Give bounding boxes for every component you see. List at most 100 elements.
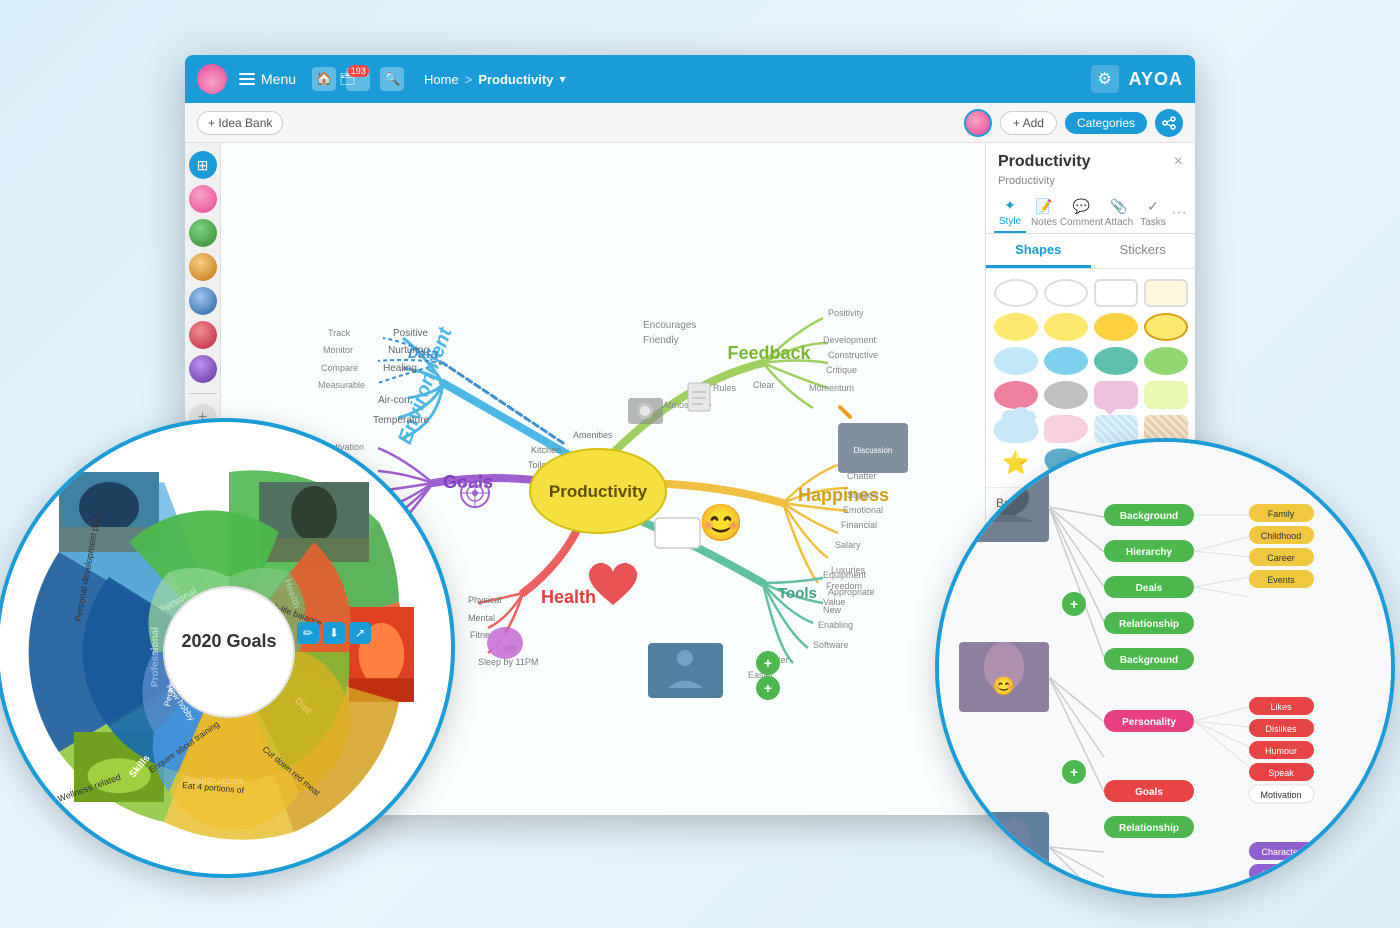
svg-text:2020 Goals: 2020 Goals [181,631,276,651]
svg-text:Friendly: Friendly [643,335,679,346]
shape-rect-1[interactable] [1094,279,1138,307]
svg-text:Momentum: Momentum [809,383,854,393]
svg-text:Software: Software [813,640,849,650]
svg-text:Data: Data [408,345,439,361]
svg-text:Family: Family [1268,509,1295,519]
wheel-chart-circle: Personal Professional Health Skills Qual… [0,418,455,878]
shape-oval-blue-2[interactable] [1044,347,1088,375]
tasks-icon[interactable]: 🗂 193 [346,67,370,91]
panel-close-button[interactable]: × [1174,153,1183,171]
search-icon[interactable]: 🔍 [380,67,404,91]
svg-text:Critique: Critique [826,365,857,375]
panel-subtitle: Productivity [986,175,1195,193]
svg-text:Salary: Salary [835,540,861,550]
settings-button[interactable]: ⚙ [1091,65,1119,93]
svg-text:Dislikes: Dislikes [1265,724,1297,734]
tab-tasks[interactable]: ✓ Tasks [1137,194,1169,232]
panel-title: Productivity [998,153,1090,171]
svg-text:Constructive: Constructive [828,350,878,360]
shape-rect-2[interactable] [1144,279,1188,307]
sidebar-icon-user[interactable] [189,185,217,213]
shapes-tab[interactable]: Shapes [986,234,1091,268]
svg-text:Speak: Speak [1268,768,1294,778]
sidebar-icon-3[interactable] [189,253,217,281]
svg-text:Clear: Clear [753,380,775,390]
svg-text:Measurable: Measurable [318,380,365,390]
shape-speech-1[interactable] [1094,381,1138,409]
svg-text:Monitor: Monitor [323,345,353,355]
idea-bank-button[interactable]: + Idea Bank [197,111,283,135]
shape-oval-2[interactable] [1044,279,1088,307]
home-icon[interactable]: 🏠 [312,67,336,91]
svg-text:+: + [1070,764,1078,780]
svg-text:Deals: Deals [1136,583,1163,594]
svg-text:Temperature: Temperature [373,415,430,426]
tab-comment[interactable]: 💬 Comment [1062,194,1101,232]
shape-oval-pink[interactable] [994,381,1038,409]
shape-oval-yellow-4[interactable] [1144,313,1188,341]
svg-text:Relationship: Relationship [1119,823,1179,834]
svg-text:Physical: Physical [468,595,502,605]
add-button[interactable]: + Add [1000,111,1057,135]
stickers-tab[interactable]: Stickers [1091,234,1196,268]
svg-text:Equipment: Equipment [823,570,867,580]
tab-notes[interactable]: 📝 Notes [1028,194,1060,232]
notification-badge: 193 [348,65,369,77]
breadcrumb-current: Productivity [478,72,553,87]
svg-text:Hierarchy: Hierarchy [1126,547,1173,558]
svg-text:Emotional: Emotional [843,505,883,515]
svg-text:Compare: Compare [321,363,358,373]
sidebar-icon-5[interactable] [189,321,217,349]
shape-cloud[interactable] [994,415,1038,443]
avatar[interactable] [197,64,227,94]
shape-speech-2[interactable] [1144,381,1188,409]
svg-text:😊: 😊 [699,502,744,543]
svg-text:Encourages: Encourages [643,320,696,331]
sidebar-icon-6[interactable] [189,355,217,383]
share-icon[interactable]: ↗ [349,622,371,644]
secondary-right: + Add Categories [964,109,1183,137]
shape-oval-teal[interactable] [1094,347,1138,375]
shape-star[interactable]: ⭐ [994,449,1038,477]
shape-oval-yellow-1[interactable] [994,313,1038,341]
breadcrumb: Home > Productivity ▾ [424,72,565,87]
sidebar-icon-grid[interactable]: ⊞ [189,151,217,179]
categories-button[interactable]: Categories [1065,112,1147,134]
shape-oval-blue-1[interactable] [994,347,1038,375]
svg-text:Air-con: Air-con [378,395,410,406]
svg-text:Support: Support [847,490,879,500]
svg-text:Track: Track [328,328,351,338]
user-avatar [964,109,992,137]
shape-oval-gray[interactable] [1044,381,1088,409]
menu-button[interactable]: Menu [239,71,296,87]
panel-more-button[interactable]: ··· [1171,204,1187,222]
sidebar-icon-2[interactable] [189,219,217,247]
shape-pattern-1[interactable] [1094,415,1138,443]
svg-text:😊: 😊 [993,676,1015,696]
svg-text:+: + [764,655,772,671]
svg-text:Positive: Positive [393,328,428,339]
shape-splash[interactable] [1044,415,1088,443]
shape-oval-yellow-2[interactable] [1044,313,1088,341]
panel-tabs: ✦ Style 📝 Notes 💬 Comment 📎 Attach ✓ Tas… [986,193,1195,234]
svg-text:Mental: Mental [468,613,495,623]
shape-oval-yellow-3[interactable] [1094,313,1138,341]
panel-header: Productivity × [986,143,1195,175]
svg-text:Likes: Likes [1270,702,1292,712]
shape-oval-green[interactable] [1144,347,1188,375]
sidebar-icon-4[interactable] [189,287,217,315]
tab-style[interactable]: ✦ Style [994,193,1026,233]
download-icon[interactable]: ⬇ [323,622,345,644]
svg-text:Positivity: Positivity [828,308,864,318]
node-graph-circle: 😊 Background Hierarchy Deals [935,438,1395,898]
svg-text:Relationship: Relationship [1119,619,1179,630]
svg-text:Motivation: Motivation [1260,790,1301,800]
edit-icon[interactable]: ✏ [297,622,319,644]
shape-oval-1[interactable] [994,279,1038,307]
svg-text:Health: Health [541,587,596,607]
svg-text:Appropriate: Appropriate [828,587,875,597]
share-button[interactable] [1155,109,1183,137]
top-bar-right: ⚙ AYOA [1091,65,1183,93]
tab-attach[interactable]: 📎 Attach [1103,194,1135,232]
svg-text:Kitchen: Kitchen [531,445,561,455]
